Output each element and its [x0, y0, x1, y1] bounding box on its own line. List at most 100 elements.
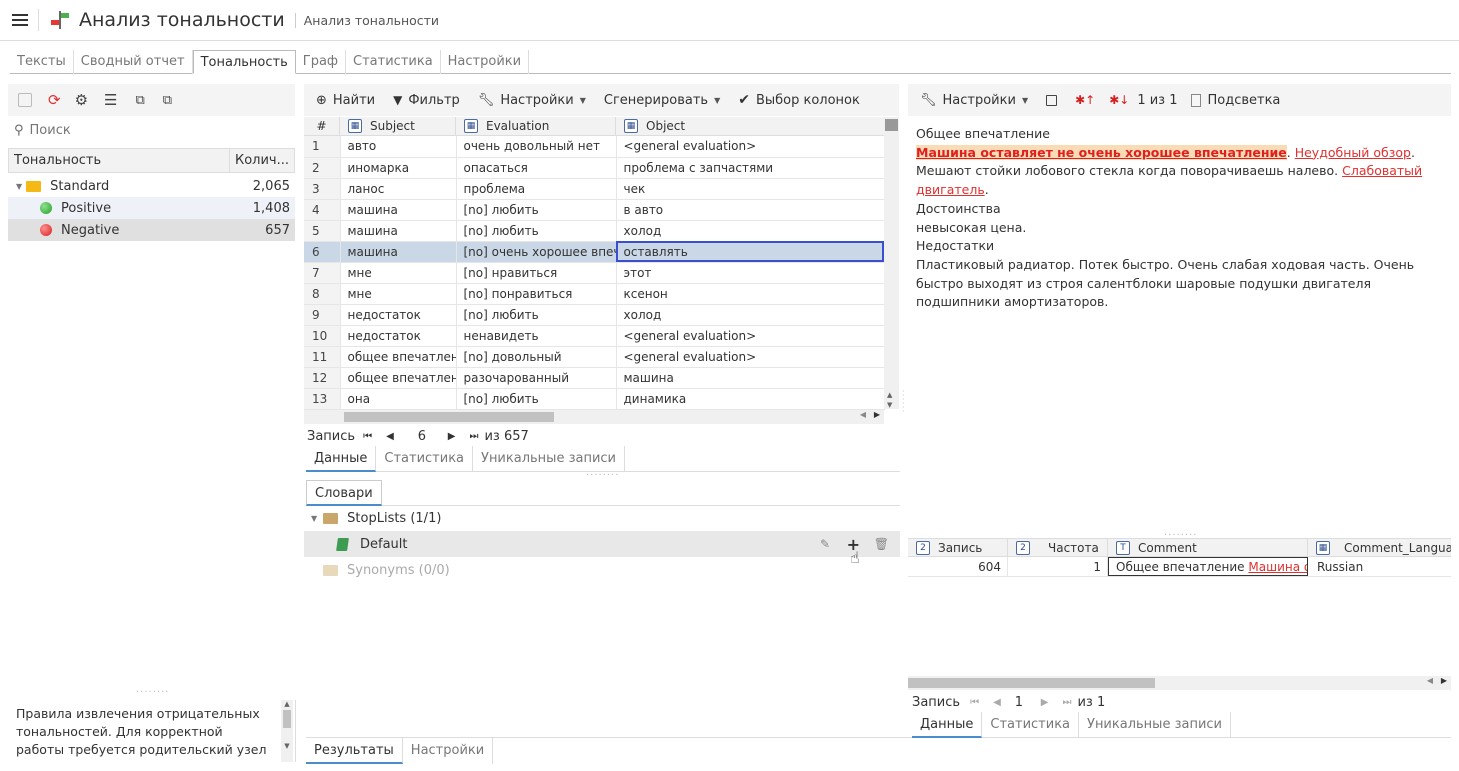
first-page-icon[interactable]: ⏮	[363, 431, 372, 442]
expand-all-icon[interactable]: ⧉	[135, 93, 144, 108]
cell-subject[interactable]: машина	[340, 241, 457, 263]
cell-evaluation[interactable]: разочарованный	[456, 367, 617, 389]
highlight-button[interactable]: Подсветка	[1191, 93, 1280, 108]
cell-evaluation[interactable]: [no] довольный	[456, 346, 617, 368]
cell-number[interactable]: 6	[304, 241, 341, 263]
cell-evaluation[interactable]: проблема	[456, 178, 617, 200]
cell-number[interactable]: 10	[304, 325, 341, 347]
cell-number[interactable]: 5	[304, 220, 341, 242]
cell-evaluation[interactable]: [no] любить	[456, 199, 617, 221]
tab-settings[interactable]: Настройки	[441, 50, 530, 74]
cell-object[interactable]: <general evaluation>	[616, 346, 885, 368]
cell-number[interactable]: 9	[304, 304, 341, 326]
tab-data[interactable]: Данные	[306, 446, 377, 472]
cell-subject[interactable]: мне	[340, 262, 457, 284]
edit-icon[interactable]: ✎	[820, 537, 830, 551]
hamburger-menu-icon[interactable]	[12, 14, 28, 26]
cell-subject[interactable]: она	[340, 388, 457, 410]
grid-vscrollbar[interactable]: ▲ ▼	[884, 117, 899, 409]
tab-summary[interactable]: Сводный отчет	[74, 50, 193, 74]
cell-object[interactable]: <general evaluation>	[616, 136, 885, 158]
cell-number[interactable]: 3	[304, 178, 341, 200]
cell-subject[interactable]: машина	[340, 199, 457, 221]
refresh-icon[interactable]: ⟳	[48, 91, 61, 109]
splitter-handle[interactable]: ........	[136, 684, 169, 695]
filter-button[interactable]: ▼ Фильтр	[393, 93, 460, 108]
delete-icon[interactable]: 🗑︎	[874, 537, 889, 551]
cell-evaluation[interactable]: очень довольный нет	[456, 136, 617, 158]
chevron-down-icon[interactable]: ▼	[16, 182, 22, 191]
cell-evaluation[interactable]: [no] нравиться	[456, 262, 617, 284]
negative-highlight[interactable]: Машина оставляет не очень хорошее впечат…	[916, 144, 1287, 160]
page-input[interactable]: 1	[1015, 695, 1041, 710]
cell-evaluation[interactable]: [no] любить	[456, 304, 617, 326]
col-object[interactable]: ▦ Object	[616, 117, 884, 135]
prev-highlight-icon[interactable]: ✱↑	[1075, 93, 1095, 107]
comment-link[interactable]: Машина ос	[1248, 560, 1307, 574]
table-row[interactable]: 3 ланос проблема чек	[304, 178, 885, 200]
table-row[interactable]: 5 машина [no] любить холод	[304, 220, 885, 242]
cell-evaluation[interactable]: [no] понравиться	[456, 283, 617, 305]
cell-subject[interactable]: иномарка	[340, 157, 457, 179]
col-comment[interactable]: T Comment	[1108, 539, 1308, 556]
next-page-icon[interactable]: ▶	[1041, 697, 1049, 708]
dict-row-synonyms[interactable]: Synonyms (0/0)	[304, 557, 900, 583]
col-count-header[interactable]: Колич...	[230, 149, 294, 172]
grid-hscrollbar[interactable]: ◀ ▶	[304, 410, 884, 424]
cell-subject[interactable]: ланос	[340, 178, 457, 200]
cell-object[interactable]: холод	[616, 220, 885, 242]
table-row[interactable]: 2 иномарка опасаться проблема с запчастями	[304, 157, 885, 179]
col-number[interactable]: #	[304, 117, 340, 135]
table-row[interactable]: 13 она [no] любить динамика	[304, 388, 885, 410]
cell-evaluation[interactable]: [no] любить	[456, 388, 617, 410]
table-row[interactable]: 4 машина [no] любить в авто	[304, 199, 885, 221]
table-row[interactable]: 11 общее впечатлен [no] довольный <general …	[304, 346, 885, 368]
cell-object[interactable]: ксенон	[616, 283, 885, 305]
cell-object[interactable]: чек	[616, 178, 885, 200]
table-row[interactable]: 7 мне [no] нравиться этот	[304, 262, 885, 284]
col-evaluation[interactable]: ▦ Evaluation	[456, 117, 616, 135]
search-input[interactable]	[29, 122, 280, 138]
cell-number[interactable]: 2	[304, 157, 341, 179]
tab-statistics[interactable]: Статистика	[346, 50, 441, 74]
splitter-handle[interactable]: ........	[586, 467, 619, 478]
splitter-handle[interactable]: ........	[1164, 527, 1197, 538]
cell-comment[interactable]: Общее впечатление Машина ос	[1108, 557, 1308, 576]
cell-number[interactable]: 13	[304, 388, 341, 410]
col-sentiment-header[interactable]: Тональность	[9, 149, 230, 172]
cell-subject[interactable]: недостаток	[340, 304, 457, 326]
table-row[interactable]: 10 недостаток ненавидеть <general evaluatio…	[304, 325, 885, 347]
col-comment-language[interactable]: ▦ Comment_Langua...	[1308, 539, 1451, 556]
tab-dictionaries[interactable]: Словари	[306, 480, 382, 506]
table-row[interactable]: 1 авто очень довольный нет <general evaluat…	[304, 136, 885, 158]
cell-subject[interactable]: мне	[340, 283, 457, 305]
right-settings-dropdown[interactable]: 🔧︎ Настройки ▼	[920, 93, 1028, 108]
table-row[interactable]: 8 мне [no] понравиться ксенон	[304, 283, 885, 305]
table-row[interactable]: 12 общее впечатлен разочарованный машина	[304, 367, 885, 389]
cell-object[interactable]: в авто	[616, 199, 885, 221]
col-subject[interactable]: ▦ Subject	[340, 117, 456, 135]
cell-object[interactable]: оставлять	[616, 241, 885, 263]
tree-row-negative[interactable]: Negative 657	[8, 219, 295, 241]
tab-results[interactable]: Результаты	[306, 738, 403, 764]
cell-object[interactable]: <general evaluation>	[616, 325, 885, 347]
cell-evaluation[interactable]: [no] любить	[456, 220, 617, 242]
vsplitter-handle[interactable]: · · · · · ·	[902, 388, 906, 416]
save-icon[interactable]	[18, 93, 32, 107]
first-page-icon[interactable]: ⏮	[970, 697, 979, 708]
cell-subject[interactable]: общее впечатлен	[340, 367, 457, 389]
cell-subject[interactable]: авто	[340, 136, 457, 158]
cell-subject[interactable]: общее впечатлен	[340, 346, 457, 368]
cell-evaluation[interactable]: [no] очень хорошее впечатл	[456, 241, 617, 263]
cell-object[interactable]: этот	[616, 262, 885, 284]
cell-object[interactable]: динамика	[616, 388, 885, 410]
next-page-icon[interactable]: ▶	[448, 431, 456, 442]
cell-number[interactable]: 11	[304, 346, 341, 368]
cell-number[interactable]: 8	[304, 283, 341, 305]
prev-page-icon[interactable]: ◀	[386, 431, 394, 442]
cell-object[interactable]: холод	[616, 304, 885, 326]
record-hscrollbar[interactable]: ◀ ▶	[908, 676, 1451, 690]
tab-data[interactable]: Данные	[912, 712, 983, 738]
note-icon[interactable]	[1046, 94, 1058, 106]
cell-subject[interactable]: недостаток	[340, 325, 457, 347]
